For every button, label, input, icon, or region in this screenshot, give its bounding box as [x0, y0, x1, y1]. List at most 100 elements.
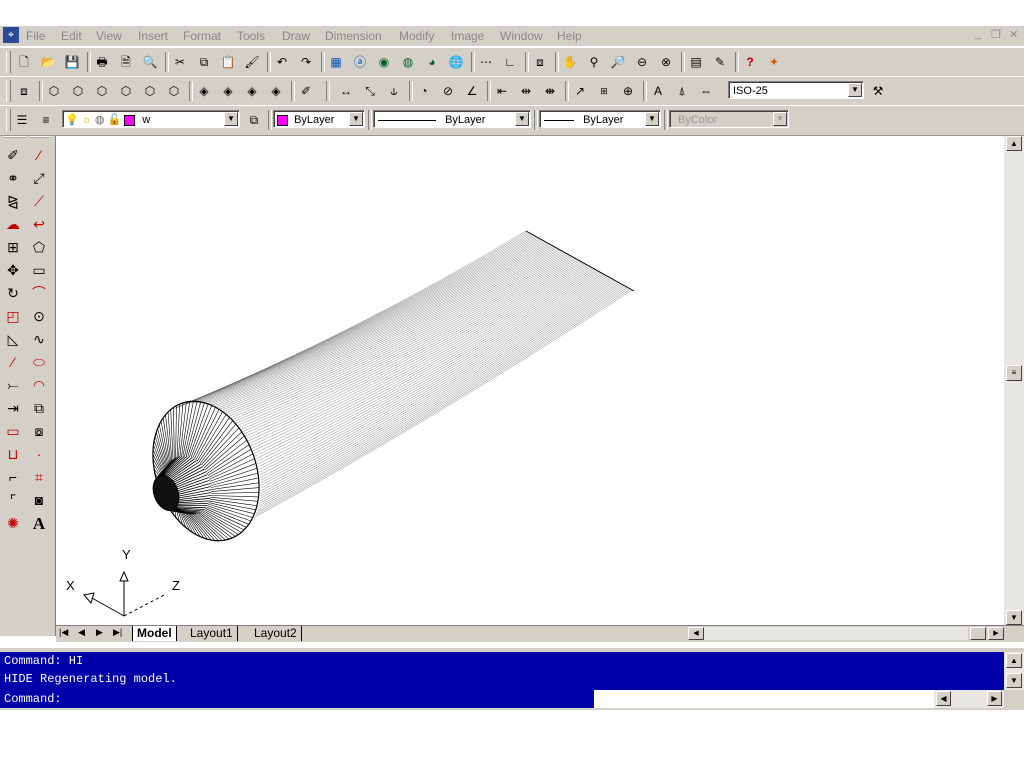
ne-iso-icon[interactable]: ◈ [242, 81, 262, 101]
dim-update-icon[interactable]: ⇔ [696, 81, 716, 101]
chevron-down-icon[interactable]: ▼ [645, 112, 659, 126]
chamfer-icon[interactable]: ⌐ [2, 466, 24, 488]
erase-icon[interactable]: ✐ [2, 144, 24, 166]
vertical-scrollbar[interactable]: ▲ ≡ ▼ [1004, 136, 1024, 625]
view-left-icon[interactable]: ⬡ [92, 81, 112, 101]
scroll-down-icon[interactable]: ▼ [1006, 673, 1022, 688]
polygon-icon[interactable]: ↩ [28, 213, 50, 235]
view-front-icon[interactable]: ⬡ [44, 81, 64, 101]
layer-viewport-icon[interactable]: ◍ [95, 114, 105, 126]
menu-insert[interactable]: Insert [138, 29, 168, 43]
sw-iso-icon[interactable]: ◈ [194, 81, 214, 101]
stretch-icon[interactable]: ◺ [2, 328, 24, 350]
match-properties-icon[interactable]: 🖌 [242, 52, 262, 72]
polyline-icon[interactable]: ⟋ [28, 190, 50, 212]
zoom-previous-icon[interactable]: ⊖ [632, 52, 652, 72]
menu-modify[interactable]: Modify [399, 29, 434, 43]
line-icon[interactable]: ⁄ [28, 144, 50, 166]
scroll-up-icon[interactable]: ▲ [1006, 653, 1022, 668]
linetype-dropdown[interactable]: ByLayer ▼ [373, 110, 531, 128]
scroll-thumb[interactable]: ≡ [1006, 365, 1022, 381]
layer-dropdown[interactable]: 💡 ☼ ◍ 🔓 w ▼ [62, 110, 240, 128]
tab-layout1[interactable]: Layout1 [186, 626, 238, 641]
array-icon[interactable]: ⊞ [2, 236, 24, 258]
layer-on-icon[interactable]: 💡 [65, 114, 79, 126]
view-top-icon[interactable]: ⬡ [140, 81, 160, 101]
solid-box-icon[interactable]: ⧈ [14, 81, 34, 101]
hyperlink-icon[interactable]: 🌐 [446, 52, 466, 72]
tab-first-icon[interactable]: |◀ [59, 627, 68, 638]
layer-unlock-icon[interactable]: 🔓 [108, 114, 122, 126]
redo-icon[interactable]: ↷ [296, 52, 316, 72]
text-icon[interactable]: A [28, 512, 50, 534]
menu-tools[interactable]: Tools [237, 29, 265, 43]
tab-layout2[interactable]: Layout2 [250, 626, 302, 641]
zoom-realtime-icon[interactable]: ⚲ [584, 52, 604, 72]
view-right-icon[interactable]: ⬡ [116, 81, 136, 101]
minimize-icon[interactable]: _ [975, 28, 981, 40]
3d-model-mesh[interactable] [134, 230, 635, 556]
break-at-point-icon[interactable]: ▭ [2, 420, 24, 442]
angular-dim-icon[interactable]: ∠ [462, 81, 482, 101]
ellipse-icon[interactable]: ⬭ [28, 351, 50, 373]
toolbar-grip[interactable] [6, 80, 11, 102]
offset-icon[interactable]: ☁ [2, 213, 24, 235]
make-object-layer-current-icon[interactable]: ⧉ [244, 110, 264, 130]
menu-help[interactable]: Help [557, 29, 582, 43]
hscroll-thumb[interactable] [970, 627, 986, 640]
circle-icon[interactable]: ⊙ [28, 305, 50, 327]
make-block-icon[interactable]: ⧇ [28, 420, 50, 442]
view-bottom-icon[interactable]: ⬡ [164, 81, 184, 101]
command-hscrollbar[interactable]: ◀ ▶ [934, 690, 1004, 708]
app-logo-icon[interactable]: ⌖ [3, 27, 19, 43]
color-dropdown[interactable]: ByLayer ▼ [273, 110, 365, 128]
today-icon[interactable]: ⓐ [350, 52, 370, 72]
se-iso-icon[interactable]: ◈ [218, 81, 238, 101]
print-icon[interactable]: 🖶 [92, 52, 112, 72]
extend-icon[interactable]: ⇥ [2, 397, 24, 419]
chevron-down-icon[interactable]: ▼ [349, 112, 363, 126]
scroll-left-icon[interactable]: ◀ [936, 691, 951, 706]
nw-iso-icon[interactable]: ◈ [266, 81, 286, 101]
rotate-icon[interactable]: ↻ [2, 282, 24, 304]
camera-icon[interactable]: ✐ [296, 81, 316, 101]
scroll-right-icon[interactable]: ▶ [988, 627, 1004, 640]
menu-format[interactable]: Format [183, 29, 221, 43]
chevron-down-icon[interactable]: ▼ [848, 83, 862, 97]
snap-from-icon[interactable]: ⋯ [476, 52, 496, 72]
tab-model[interactable]: Model [132, 626, 177, 641]
hatch-icon[interactable]: ⌗ [28, 466, 50, 488]
toolbar-grip[interactable] [6, 51, 11, 73]
layer-previous-icon[interactable]: ≡ [36, 110, 56, 130]
undo-icon[interactable]: ↶ [272, 52, 292, 72]
menu-draw[interactable]: Draw [282, 29, 310, 43]
ucs-icon[interactable]: ∟ [500, 52, 520, 72]
menu-window[interactable]: Window [500, 29, 543, 43]
help-icon[interactable]: ? [740, 52, 760, 72]
insert-block-icon[interactable]: ⧉ [28, 397, 50, 419]
menu-dimension[interactable]: Dimension [325, 29, 382, 43]
new-icon[interactable]: 🗋 [14, 52, 34, 72]
scroll-left-icon[interactable]: ◀ [688, 627, 704, 640]
horizontal-scrollbar[interactable]: ◀ [688, 627, 968, 640]
explode-icon[interactable]: ✺ [2, 512, 24, 534]
pan-icon[interactable]: ✋ [560, 52, 580, 72]
tab-last-icon[interactable]: ▶| [113, 627, 122, 638]
zoom-extents-icon[interactable]: ⊗ [656, 52, 676, 72]
radius-dim-icon[interactable]: ◔ [414, 81, 434, 101]
save-icon[interactable]: 💾 [62, 52, 82, 72]
publish-web-icon[interactable]: ◍ [398, 52, 418, 72]
menu-edit[interactable]: Edit [61, 29, 82, 43]
dim-style-dropdown[interactable]: ISO-25 ▼ [728, 81, 864, 99]
close-icon[interactable]: ✕ [1009, 28, 1018, 41]
design-center-icon[interactable]: ▦ [326, 52, 346, 72]
center-mark-icon[interactable]: ⊕ [618, 81, 638, 101]
tab-prev-icon[interactable]: ◀ [78, 627, 85, 638]
toolbar-grip[interactable] [6, 109, 11, 131]
dim-text-edit-icon[interactable]: ⍋ [672, 81, 692, 101]
cut-icon[interactable]: ✂ [170, 52, 190, 72]
tab-next-icon[interactable]: ▶ [96, 627, 103, 638]
command-scrollbar[interactable]: ▲ ▼ [1004, 652, 1024, 690]
leader-icon[interactable]: ↗ [570, 81, 590, 101]
chevron-down-icon[interactable]: ▼ [515, 112, 529, 126]
